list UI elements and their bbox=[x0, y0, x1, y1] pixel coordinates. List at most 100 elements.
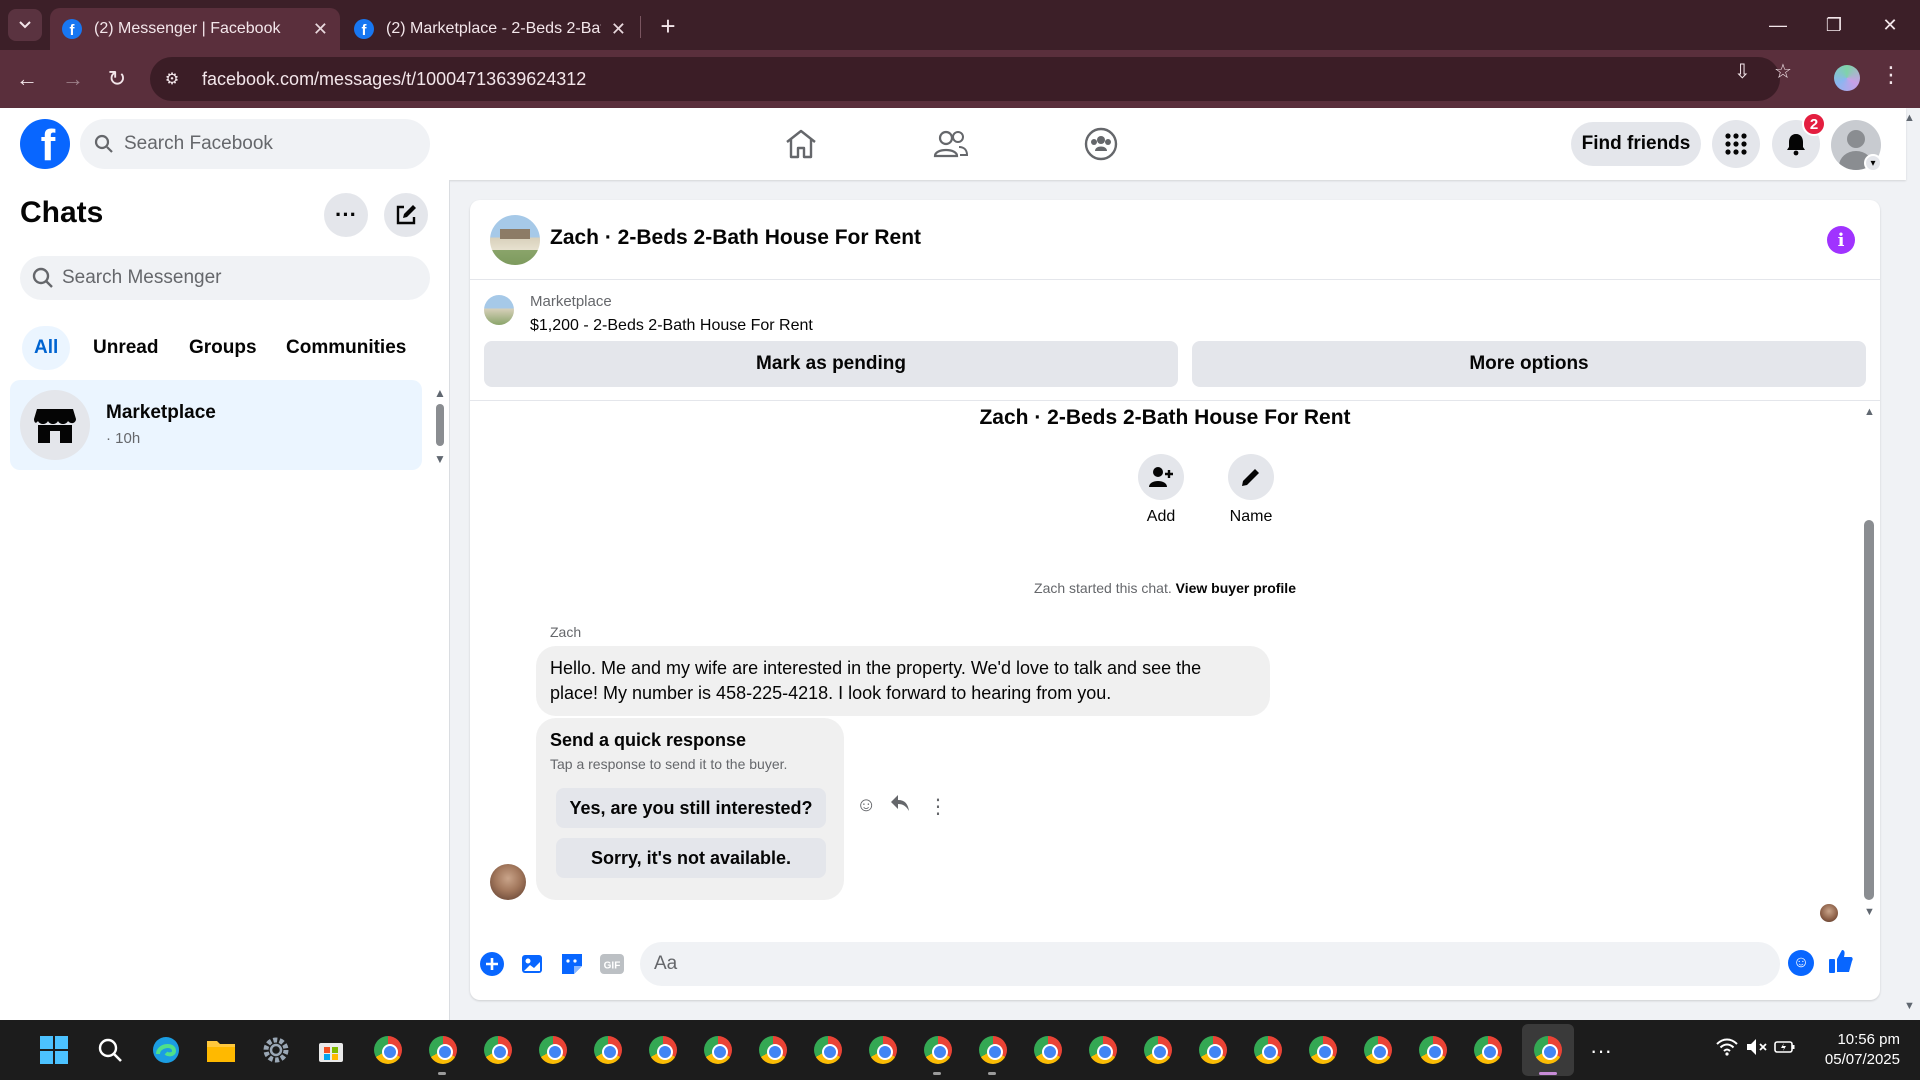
chrome-icon[interactable] bbox=[1087, 1034, 1119, 1066]
chrome-icon[interactable] bbox=[1417, 1034, 1449, 1066]
thumbs-up-like-icon[interactable] bbox=[1828, 948, 1854, 981]
chrome-icon-active[interactable] bbox=[1532, 1034, 1564, 1066]
chat-list-item-marketplace[interactable]: Marketplace · 10h bbox=[10, 380, 422, 470]
page-scroll-down-icon[interactable]: ▼ bbox=[1904, 1000, 1915, 1012]
more-apps-icon[interactable]: ··· bbox=[1590, 1038, 1612, 1064]
chat-list-scrollbar[interactable] bbox=[436, 404, 444, 446]
edge-browser-icon[interactable] bbox=[150, 1034, 182, 1066]
quick-response-not-available[interactable]: Sorry, it's not available. bbox=[556, 838, 826, 878]
filter-tab-all[interactable]: All bbox=[22, 326, 71, 370]
close-tab-icon[interactable]: ✕ bbox=[611, 19, 626, 40]
battery-icon[interactable] bbox=[1774, 1038, 1796, 1061]
conversation-title[interactable]: Zach · 2-Beds 2-Bath House For Rent bbox=[550, 226, 921, 250]
browser-tab-marketplace[interactable]: f (2) Marketplace - 2-Beds 2-Bath ✕ bbox=[342, 8, 638, 50]
browser-menu-icon[interactable]: ⋮ bbox=[1880, 62, 1902, 88]
chrome-icon[interactable] bbox=[702, 1034, 734, 1066]
messenger-search-input[interactable]: Search Messenger bbox=[20, 256, 430, 300]
scroll-down-icon[interactable]: ▼ bbox=[434, 452, 446, 466]
address-bar[interactable]: ⚙ facebook.com/messages/t/10004713639624… bbox=[150, 57, 1780, 101]
add-people-button[interactable]: Add bbox=[1121, 454, 1201, 526]
filter-tab-communities[interactable]: Communities bbox=[274, 326, 418, 370]
chrome-icon[interactable] bbox=[1472, 1034, 1504, 1066]
forward-icon[interactable]: → bbox=[56, 62, 90, 96]
menu-grid-icon[interactable] bbox=[1712, 120, 1760, 168]
gif-icon[interactable]: GIF bbox=[598, 950, 626, 978]
chrome-icon[interactable] bbox=[647, 1034, 679, 1066]
filter-tab-unread[interactable]: Unread bbox=[81, 326, 170, 370]
chrome-icon[interactable] bbox=[1307, 1034, 1339, 1066]
chrome-icon[interactable] bbox=[372, 1034, 404, 1066]
search-icon[interactable] bbox=[94, 1034, 126, 1066]
tab-search-dropdown-icon[interactable] bbox=[8, 9, 42, 41]
view-buyer-profile-link[interactable]: View buyer profile bbox=[1176, 580, 1296, 596]
listing-thumbnail[interactable] bbox=[484, 295, 514, 325]
settings-gear-icon[interactable] bbox=[260, 1034, 292, 1066]
find-friends-button[interactable]: Find friends bbox=[1571, 122, 1701, 166]
mark-as-pending-button[interactable]: Mark as pending bbox=[484, 341, 1178, 387]
react-emoji-icon[interactable]: ☺ bbox=[856, 794, 876, 817]
url-text[interactable]: facebook.com/messages/t/1000471363962431… bbox=[202, 69, 586, 90]
chrome-icon[interactable] bbox=[1362, 1034, 1394, 1066]
scroll-down-icon[interactable]: ▼ bbox=[1864, 906, 1875, 918]
system-clock[interactable]: 10:56 pm 05/07/2025 bbox=[1800, 1030, 1900, 1070]
thread-scrollbar[interactable] bbox=[1864, 520, 1874, 900]
quick-response-still-interested[interactable]: Yes, are you still interested? bbox=[556, 788, 826, 828]
back-icon[interactable]: ← bbox=[10, 62, 44, 96]
site-info-icon[interactable]: ⚙ bbox=[150, 57, 194, 101]
microsoft-store-icon[interactable] bbox=[315, 1034, 347, 1066]
chrome-icon[interactable] bbox=[537, 1034, 569, 1066]
bookmark-star-icon[interactable]: ☆ bbox=[1774, 59, 1792, 84]
restore-icon[interactable]: ❐ bbox=[1814, 10, 1854, 40]
wifi-icon[interactable] bbox=[1716, 1038, 1738, 1061]
more-options-icon[interactable]: ··· bbox=[324, 193, 368, 237]
conversation-info-icon[interactable]: i bbox=[1827, 226, 1855, 254]
chrome-icon[interactable] bbox=[482, 1034, 514, 1066]
install-app-icon[interactable]: ⇩ bbox=[1734, 59, 1751, 84]
page-scroll-up-icon[interactable]: ▲ bbox=[1904, 112, 1915, 124]
sticker-icon[interactable] bbox=[558, 950, 586, 978]
groups-icon[interactable] bbox=[1081, 124, 1121, 164]
chrome-icon[interactable] bbox=[812, 1034, 844, 1066]
minimize-icon[interactable]: — bbox=[1758, 10, 1798, 40]
facebook-logo-icon[interactable]: f bbox=[20, 119, 70, 169]
listing-title[interactable]: $1,200 - 2-Beds 2-Bath House For Rent bbox=[530, 317, 813, 335]
more-options-button[interactable]: More options bbox=[1192, 341, 1866, 387]
scroll-up-icon[interactable]: ▲ bbox=[1864, 406, 1875, 418]
message-bubble[interactable]: Hello. Me and my wife are interested in … bbox=[536, 646, 1270, 716]
chrome-icon[interactable] bbox=[867, 1034, 899, 1066]
reload-icon[interactable]: ↻ bbox=[100, 62, 134, 96]
close-tab-icon[interactable]: ✕ bbox=[313, 19, 328, 40]
new-message-icon[interactable] bbox=[384, 193, 428, 237]
chrome-icon[interactable] bbox=[977, 1034, 1009, 1066]
chrome-icon[interactable] bbox=[757, 1034, 789, 1066]
chrome-icon[interactable] bbox=[427, 1034, 459, 1066]
chrome-icon[interactable] bbox=[922, 1034, 954, 1066]
chrome-icon[interactable] bbox=[1032, 1034, 1064, 1066]
scroll-up-icon[interactable]: ▲ bbox=[434, 386, 446, 400]
volume-muted-icon[interactable] bbox=[1746, 1038, 1768, 1061]
browser-profile-avatar[interactable] bbox=[1834, 65, 1860, 91]
filter-tab-groups[interactable]: Groups bbox=[177, 326, 269, 370]
chrome-icon[interactable] bbox=[1142, 1034, 1174, 1066]
home-icon[interactable] bbox=[781, 124, 821, 164]
windows-start-icon[interactable] bbox=[38, 1034, 70, 1066]
edit-name-button[interactable]: Name bbox=[1211, 454, 1291, 526]
chrome-icon[interactable] bbox=[1197, 1034, 1229, 1066]
reply-icon[interactable] bbox=[890, 794, 910, 818]
new-tab-icon[interactable]: + bbox=[652, 10, 684, 42]
emoji-picker-icon[interactable]: ☺ bbox=[1788, 950, 1814, 976]
message-more-icon[interactable]: ⋮ bbox=[928, 794, 948, 819]
attach-photo-icon[interactable] bbox=[518, 950, 546, 978]
file-explorer-icon[interactable] bbox=[205, 1034, 237, 1066]
listing-avatar[interactable] bbox=[490, 215, 540, 265]
chrome-icon[interactable] bbox=[592, 1034, 624, 1066]
facebook-search-input[interactable]: Search Facebook bbox=[80, 119, 430, 169]
message-input[interactable]: Aa bbox=[640, 942, 1780, 986]
chrome-icon[interactable] bbox=[1252, 1034, 1284, 1066]
browser-tab-messenger[interactable]: f (2) Messenger | Facebook ✕ bbox=[50, 8, 340, 50]
chevron-down-icon[interactable]: ▾ bbox=[1864, 154, 1882, 172]
close-window-icon[interactable]: ✕ bbox=[1870, 10, 1910, 40]
sender-avatar[interactable] bbox=[490, 864, 526, 900]
more-actions-plus-icon[interactable] bbox=[478, 950, 506, 978]
friends-icon[interactable] bbox=[931, 124, 971, 164]
